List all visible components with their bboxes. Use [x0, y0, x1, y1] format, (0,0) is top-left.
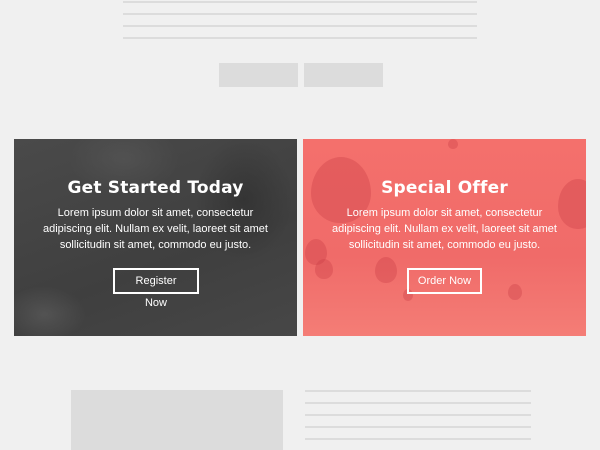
placeholder-text-block-bottom — [305, 390, 531, 450]
placeholder-line — [305, 390, 531, 392]
placeholder-line — [305, 402, 531, 404]
placeholder-line — [123, 37, 477, 39]
card-description: Lorem ipsum dolor sit amet, consectetur … — [43, 207, 268, 251]
special-offer-card: Special Offer Lorem ipsum dolor sit amet… — [303, 139, 586, 336]
placeholder-line — [305, 414, 531, 416]
placeholder-line — [123, 25, 477, 27]
page: Get Started Today Lorem ipsum dolor sit … — [0, 0, 600, 450]
order-now-button[interactable]: Order Now — [407, 268, 482, 294]
placeholder-line — [123, 13, 477, 15]
placeholder-button-1[interactable] — [219, 63, 298, 87]
placeholder-line — [305, 438, 531, 440]
placeholder-image — [71, 390, 283, 450]
placeholder-text-block-top — [123, 0, 477, 49]
card-title: Get Started Today — [67, 178, 244, 198]
card-title: Special Offer — [381, 178, 508, 198]
get-started-card: Get Started Today Lorem ipsum dolor sit … — [14, 139, 297, 336]
register-now-button[interactable]: Register Now — [113, 268, 199, 309]
card-description: Lorem ipsum dolor sit amet, consectetur … — [332, 207, 557, 251]
placeholder-button-2[interactable] — [304, 63, 383, 87]
placeholder-line — [305, 426, 531, 428]
placeholder-line — [123, 1, 477, 3]
